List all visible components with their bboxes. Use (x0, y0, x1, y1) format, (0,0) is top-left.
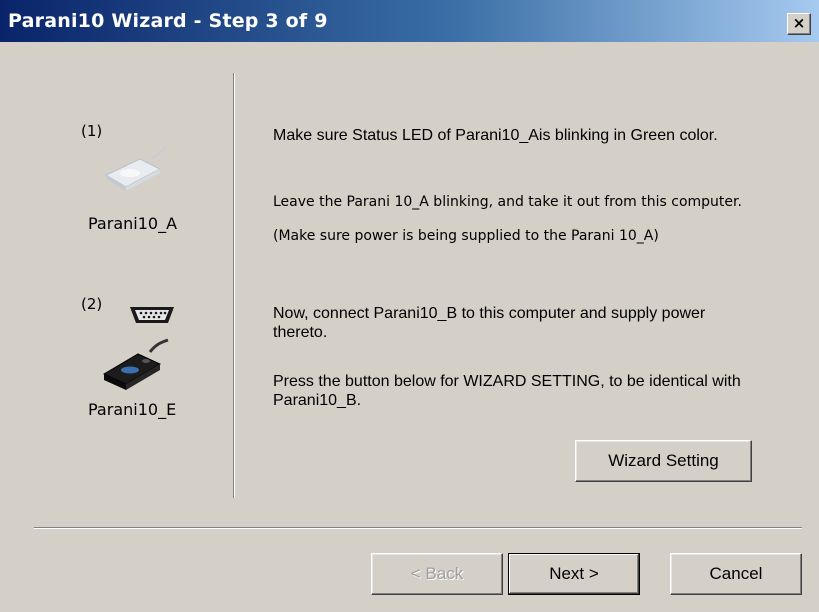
serial-port-icon (130, 307, 174, 323)
cancel-button[interactable]: Cancel (670, 553, 802, 595)
vertical-divider (233, 73, 234, 498)
instruction-power-note: (Make sure power is being supplied to th… (273, 228, 659, 244)
parani-adapter-dark-icon (102, 338, 169, 390)
horizontal-divider (34, 527, 802, 528)
instruction-led-status: Make sure Status LED of Parani10_Ais bli… (273, 127, 718, 144)
close-button[interactable]: × (787, 13, 811, 35)
back-button[interactable]: < Back (371, 553, 503, 595)
step1-device-label: Parani10_A (88, 214, 178, 233)
step1-number: (1) (81, 122, 103, 140)
parani-adapter-icon (104, 146, 167, 191)
step2-device-label: Parani10_E (88, 400, 177, 419)
wizard-window: Parani10 Wizard - Step 3 of 9 × (1) Para… (0, 0, 819, 612)
instruction-connect-b: Now, connect Parani10_B to this computer… (273, 305, 706, 341)
instruction-press-wizard: Press the button below for WIZARD SETTIN… (273, 373, 741, 409)
wizard-setting-button[interactable]: Wizard Setting (575, 440, 752, 482)
step2-number: (2) (81, 295, 103, 313)
title-bar[interactable]: Parani10 Wizard - Step 3 of 9 × (0, 0, 819, 42)
window-title: Parani10 Wizard - Step 3 of 9 (8, 10, 328, 32)
next-button[interactable]: Next > (508, 553, 640, 595)
instruction-leave-blinking: Leave the Parani 10_A blinking, and take… (273, 194, 742, 210)
